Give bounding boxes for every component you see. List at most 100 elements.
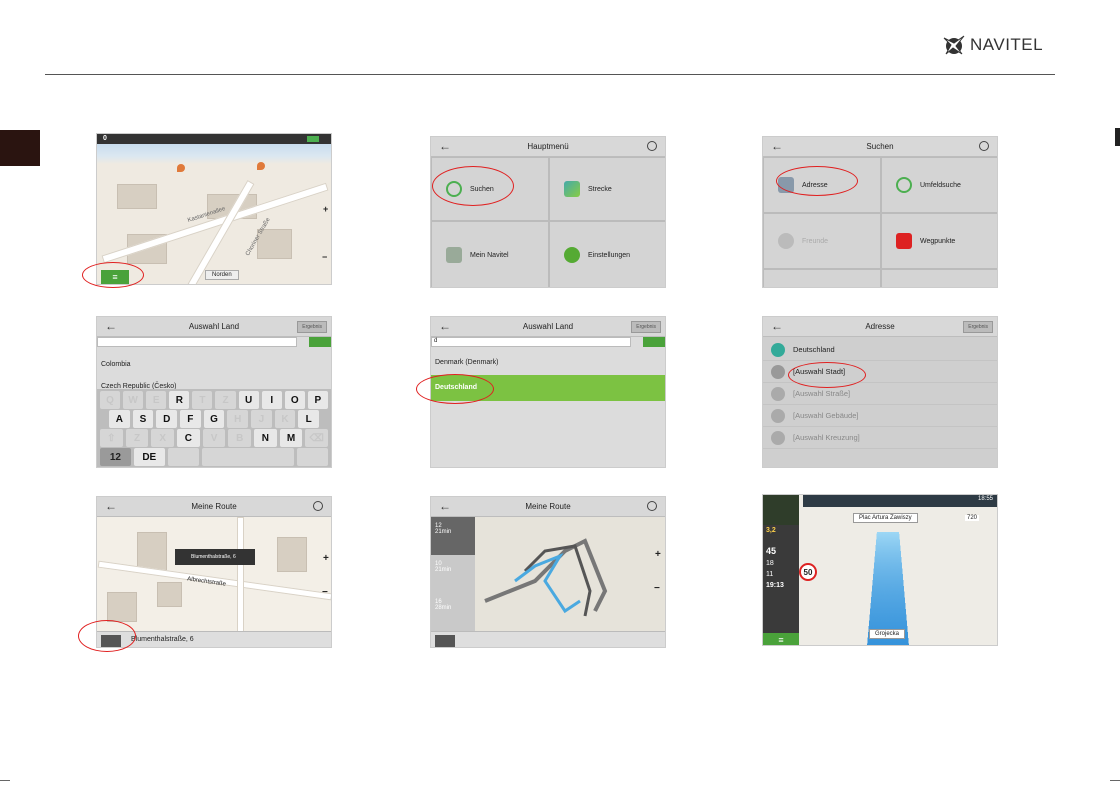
search-input[interactable]: d bbox=[431, 337, 631, 347]
key[interactable]: C bbox=[177, 429, 200, 447]
screenshot-route-alternatives: ← Meine Route 12 21min 10 21min 16 28min + − bbox=[430, 496, 666, 648]
zoom-out-icon[interactable]: − bbox=[322, 252, 327, 262]
key[interactable]: R bbox=[169, 391, 190, 409]
key[interactable]: X bbox=[151, 429, 175, 447]
key[interactable]: J bbox=[251, 410, 272, 428]
back-arrow-icon[interactable]: ← bbox=[771, 319, 783, 333]
menu-item-einstellungen[interactable]: Einstellungen bbox=[549, 221, 665, 287]
remaining-distance: 18 bbox=[766, 560, 774, 567]
route-time: 21min bbox=[435, 529, 452, 535]
panel-title: Suchen bbox=[866, 142, 894, 151]
poi-pin-icon[interactable] bbox=[177, 164, 185, 172]
results-button[interactable]: Ergebnis bbox=[297, 321, 327, 333]
key[interactable]: B bbox=[228, 429, 252, 447]
list-item[interactable]: Denmark (Denmark) bbox=[435, 359, 498, 366]
zoom-in-icon[interactable]: + bbox=[323, 204, 328, 214]
power-icon[interactable] bbox=[647, 141, 657, 151]
address-row-building[interactable]: [Auswahl Gebäude] bbox=[763, 405, 997, 427]
menu-item-more[interactable] bbox=[763, 269, 881, 287]
key[interactable]: T bbox=[192, 391, 213, 409]
back-arrow-icon[interactable]: ← bbox=[439, 499, 451, 513]
keyboard-toggle-icon[interactable] bbox=[309, 337, 331, 347]
back-arrow-icon[interactable]: ← bbox=[439, 319, 451, 333]
city-icon bbox=[771, 365, 785, 379]
menu-item-wegpunkte[interactable]: Wegpunkte bbox=[881, 213, 997, 269]
compass-icon[interactable] bbox=[313, 501, 323, 511]
back-arrow-icon[interactable]: ← bbox=[105, 319, 117, 333]
list-item[interactable]: Colombia bbox=[101, 361, 131, 368]
route-option[interactable]: 10 21min bbox=[431, 555, 475, 593]
location-popup[interactable]: Blumenthalstraße, 6 bbox=[175, 549, 255, 565]
space-key[interactable] bbox=[201, 448, 295, 466]
key[interactable]: Q bbox=[100, 391, 121, 409]
key[interactable]: L bbox=[298, 410, 320, 428]
zoom-in-icon[interactable]: + bbox=[323, 553, 329, 564]
altitude-label: 720 bbox=[965, 515, 980, 521]
menu-item-more[interactable] bbox=[881, 269, 997, 287]
key[interactable]: O bbox=[284, 391, 305, 409]
keyboard-toggle-icon[interactable] bbox=[643, 337, 665, 347]
results-button[interactable]: Ergebnis bbox=[963, 321, 993, 333]
menu-item-mein-navitel[interactable]: Mein Navitel bbox=[431, 221, 549, 287]
menu-item-strecke[interactable]: Strecke bbox=[549, 157, 665, 221]
key[interactable]: U bbox=[238, 391, 259, 409]
route-option[interactable]: 12 21min bbox=[431, 517, 475, 555]
menu-button[interactable]: ≡ bbox=[763, 633, 799, 645]
menu-item-label: Einstellungen bbox=[588, 251, 631, 259]
route-option[interactable]: 16 28min bbox=[431, 593, 475, 631]
key[interactable]: M bbox=[279, 429, 303, 447]
zoom-in-icon[interactable]: + bbox=[655, 549, 661, 560]
logo-text: NAVITEL bbox=[970, 35, 1044, 54]
globe-icon bbox=[771, 343, 785, 357]
zoom-out-icon[interactable]: − bbox=[322, 587, 328, 598]
key[interactable]: Z bbox=[125, 429, 149, 447]
key[interactable]: I bbox=[261, 391, 282, 409]
route-icon bbox=[564, 181, 580, 197]
key[interactable]: P bbox=[307, 391, 328, 409]
shift-key[interactable]: ⇧ bbox=[100, 429, 123, 447]
search-input[interactable] bbox=[97, 337, 297, 347]
screenshot-search-menu: ← Suchen Adresse Umfeldsuche Freunde Wegp… bbox=[762, 136, 998, 288]
back-arrow-icon[interactable]: ← bbox=[771, 139, 783, 153]
key[interactable]: K bbox=[274, 410, 296, 428]
key[interactable]: V bbox=[202, 429, 226, 447]
key[interactable]: Z bbox=[215, 391, 236, 409]
highlight-menu-button bbox=[82, 262, 144, 288]
address-row-street[interactable]: [Auswahl Straße] bbox=[763, 383, 997, 405]
compass-icon[interactable] bbox=[647, 501, 657, 511]
backspace-key[interactable]: ⌫ bbox=[305, 429, 329, 447]
crop-mark-right bbox=[1110, 780, 1120, 781]
key[interactable]: A bbox=[109, 410, 130, 428]
key[interactable]: E bbox=[146, 391, 167, 409]
onscreen-keyboard: QWERTZUIOP ASDFGHJKL ⇧ Z X C V B N M ⌫ 12 DE bbox=[97, 389, 331, 467]
poi-pin-icon[interactable] bbox=[257, 162, 265, 170]
battery-icon bbox=[307, 136, 319, 142]
enter-key[interactable] bbox=[297, 448, 329, 466]
crop-mark-left bbox=[0, 780, 10, 781]
panel-title: Meine Route bbox=[191, 502, 237, 511]
address-row-country[interactable]: Deutschland bbox=[763, 339, 997, 361]
results-button[interactable]: Ergebnis bbox=[631, 321, 661, 333]
panel-header: ← Auswahl Land Ergebnis bbox=[431, 317, 665, 337]
key[interactable]: W bbox=[123, 391, 144, 409]
back-arrow-icon[interactable]: ← bbox=[105, 499, 117, 513]
back-arrow-icon[interactable]: ← bbox=[439, 139, 451, 153]
menu-item-umfeldsuche[interactable]: Umfeldsuche bbox=[881, 157, 997, 213]
key[interactable]: G bbox=[203, 410, 225, 428]
route-time: 28min bbox=[435, 605, 452, 611]
route-lines bbox=[484, 538, 608, 617]
key[interactable]: F bbox=[180, 410, 201, 428]
key[interactable] bbox=[167, 448, 199, 466]
address-row-crossing[interactable]: [Auswahl Kreuzung] bbox=[763, 427, 997, 449]
key[interactable]: N bbox=[254, 429, 277, 447]
start-route-button[interactable] bbox=[435, 635, 455, 647]
language-key[interactable]: DE bbox=[133, 448, 165, 466]
key[interactable]: D bbox=[156, 410, 178, 428]
numbers-key[interactable]: 12 bbox=[100, 448, 131, 466]
key[interactable]: H bbox=[227, 410, 249, 428]
menu-item-freunde[interactable]: Freunde bbox=[763, 213, 881, 269]
screenshot-country-keyboard: ← Auswahl Land Ergebnis Colombia Czech Rep… bbox=[96, 316, 332, 468]
key[interactable]: S bbox=[132, 410, 154, 428]
zoom-out-icon[interactable]: − bbox=[654, 583, 660, 594]
compass-icon[interactable] bbox=[979, 141, 989, 151]
